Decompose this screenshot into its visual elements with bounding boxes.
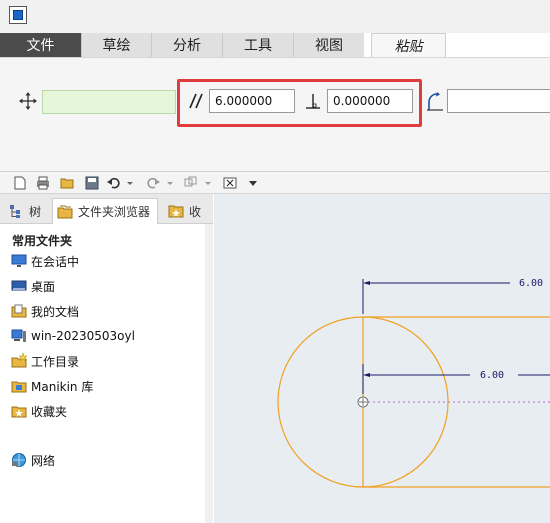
- rotation-angle-input[interactable]: [447, 89, 550, 113]
- tab-folder-browser-label: 文件夹浏览器: [78, 205, 151, 219]
- favorites-icon: [11, 406, 27, 418]
- monitor-icon: [11, 254, 27, 267]
- computer-icon: [11, 329, 26, 342]
- folder-item-in-session[interactable]: 在会话中: [11, 251, 79, 271]
- navigator-scrollbar[interactable]: [205, 224, 213, 523]
- parallel-offset-input[interactable]: [209, 89, 295, 113]
- documents-icon: [11, 304, 27, 318]
- sketch-canvas[interactable]: 6.00 6.00: [214, 194, 550, 523]
- folder-item-label: 在会话中: [31, 254, 80, 269]
- folder-item-label: 收藏夹: [31, 404, 68, 419]
- undo-icon[interactable]: [107, 176, 121, 190]
- close-window-icon[interactable]: [223, 176, 237, 190]
- network-icon: [12, 453, 26, 467]
- common-folders-heading: 常用文件夹: [12, 234, 73, 248]
- ribbon-tab-bar: 文件 草绘 分析 工具 视图 粘贴: [0, 33, 550, 57]
- tab-sketch[interactable]: 草绘: [81, 33, 151, 57]
- tab-view[interactable]: 视图: [293, 33, 364, 57]
- tab-model-tree[interactable]: 树: [4, 198, 46, 224]
- graphics-window[interactable]: 6.00 6.00: [214, 194, 550, 523]
- tab-folder-browser[interactable]: 文件夹浏览器: [52, 198, 158, 224]
- move-icon[interactable]: [19, 92, 37, 110]
- folder-item-desktop[interactable]: 桌面: [11, 276, 55, 296]
- dimension-center[interactable]: [362, 364, 550, 394]
- folder-item-label: 网络: [31, 453, 56, 468]
- favorites-tab-icon: [168, 205, 184, 218]
- perpendicular-offset-input[interactable]: [327, 89, 413, 113]
- redo-dropdown-icon[interactable]: [166, 176, 174, 190]
- tab-paste[interactable]: 粘贴: [371, 33, 446, 57]
- quick-access-toolbar: [0, 172, 550, 194]
- regenerate-icon[interactable]: [184, 176, 198, 190]
- folder-item-computer[interactable]: win-20230503oyl: [11, 326, 135, 346]
- model-tree-icon: [10, 205, 20, 218]
- redo-icon[interactable]: [146, 176, 160, 190]
- folder-item-network[interactable]: 网络: [11, 450, 55, 470]
- tab-file[interactable]: 文件: [0, 33, 81, 57]
- folder-item-label: Manikin 库: [31, 379, 94, 394]
- reference-collector-field[interactable]: [42, 90, 176, 114]
- folder-item-label: 工作目录: [31, 354, 80, 369]
- app-window-icon[interactable]: [9, 6, 27, 24]
- perpendicular-offset-icon: [306, 94, 320, 109]
- folder-item-favorites[interactable]: 收藏夹: [11, 401, 67, 421]
- folder-item-label: win-20230503oyl: [31, 329, 135, 343]
- folder-browser-icon: [57, 205, 73, 218]
- tab-favorites-label: 收: [189, 204, 202, 219]
- library-icon: [11, 381, 27, 393]
- save-icon[interactable]: [85, 176, 99, 190]
- dimension-center-value[interactable]: 6.00: [480, 370, 504, 381]
- working-folder-icon: [11, 353, 27, 368]
- tab-analysis[interactable]: 分析: [151, 33, 222, 57]
- navigator-tabs: 树 文件夹浏览器 收: [0, 194, 213, 224]
- folder-item-label: 桌面: [31, 279, 56, 294]
- print-icon[interactable]: [36, 176, 50, 190]
- undo-dropdown-icon[interactable]: [126, 176, 134, 190]
- regenerate-dropdown-icon[interactable]: [204, 176, 212, 190]
- folder-item-manikin-library[interactable]: Manikin 库: [11, 376, 93, 396]
- open-folder-icon[interactable]: [60, 176, 74, 190]
- desktop-icon: [11, 280, 27, 291]
- dimension-top-value[interactable]: 6.00: [519, 278, 543, 289]
- tab-model-tree-label: 树: [29, 204, 42, 219]
- title-strip: [0, 0, 550, 33]
- center-point-marker[interactable]: [357, 396, 369, 408]
- folder-item-label: 我的文档: [31, 304, 80, 319]
- new-file-icon[interactable]: [13, 176, 27, 190]
- navigator-panel: 树 文件夹浏览器 收 常用文件夹 在会话中 桌面 我的文档 win-202305…: [0, 194, 213, 523]
- parallel-offset-icon: [189, 93, 203, 109]
- tab-tools[interactable]: 工具: [222, 33, 293, 57]
- tab-favorites[interactable]: 收: [164, 198, 210, 224]
- rotation-angle-icon: [427, 92, 443, 111]
- customize-toolbar-icon[interactable]: [248, 176, 258, 190]
- folder-item-working-directory[interactable]: 工作目录: [11, 351, 79, 371]
- folder-item-my-documents[interactable]: 我的文档: [11, 301, 79, 321]
